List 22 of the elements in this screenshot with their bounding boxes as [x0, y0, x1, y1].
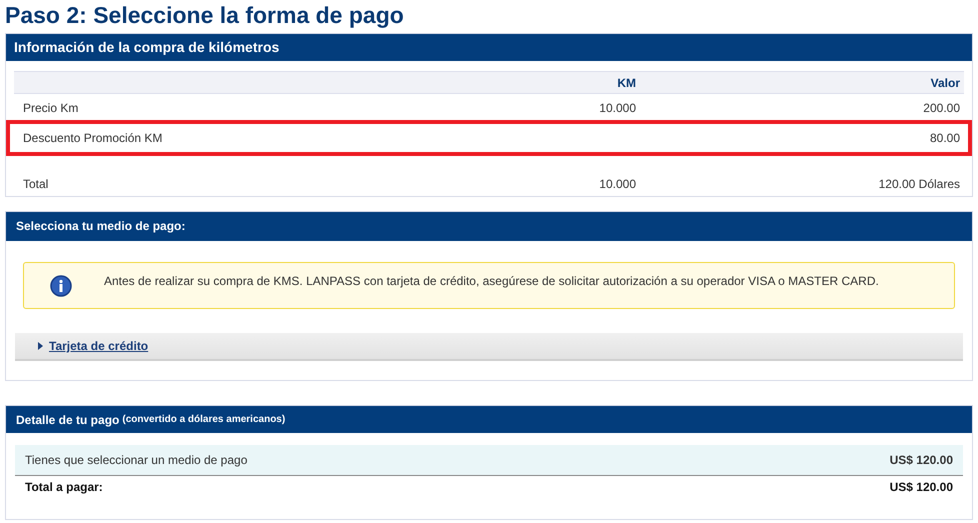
panel-header: Información de la compra de kilómetros	[6, 34, 972, 61]
panel-header: Selecciona tu medio de pago:	[6, 212, 972, 241]
table-cell-text: Precio Km	[22, 100, 80, 117]
table-cell-text: 120.00 Dólares	[878, 176, 961, 193]
page-title: Paso 2: Seleccione la forma de pago	[4, 1, 405, 30]
table-cell-text: 10.000	[598, 100, 637, 117]
table-cell-text: US$ 120.00	[890, 479, 953, 496]
table-cell-text: Total	[22, 176, 50, 193]
table-cell-text: 10.000	[598, 176, 637, 193]
panel-header: Detalle de tu pago	[16, 412, 120, 428]
column-header: KM	[616, 74, 637, 92]
table-cell-text: Total a pagar:	[25, 479, 104, 496]
table-cell-text: 200.00	[922, 100, 961, 117]
accordion-link[interactable]: Tarjeta de crédito	[49, 337, 148, 355]
info-icon	[50, 274, 72, 296]
table-cell-text: Tienes que seleccionar un medio de pago	[25, 452, 248, 469]
table-cell-text: US$ 120.00	[890, 452, 953, 469]
column-header: Valor	[930, 74, 961, 92]
table-cell-text: Descuento Promoción KM	[22, 130, 164, 147]
panel-subtitle: (convertido a dólares americanos)	[122, 413, 286, 427]
notice-text: Antes de realizar su compra de KMS. LANPASS con tarjeta de crédito, asegúrese de solicitar autorización a su operador VISA o MASTER CARD.	[104, 272, 879, 290]
table-cell-text: 80.00	[928, 130, 961, 147]
